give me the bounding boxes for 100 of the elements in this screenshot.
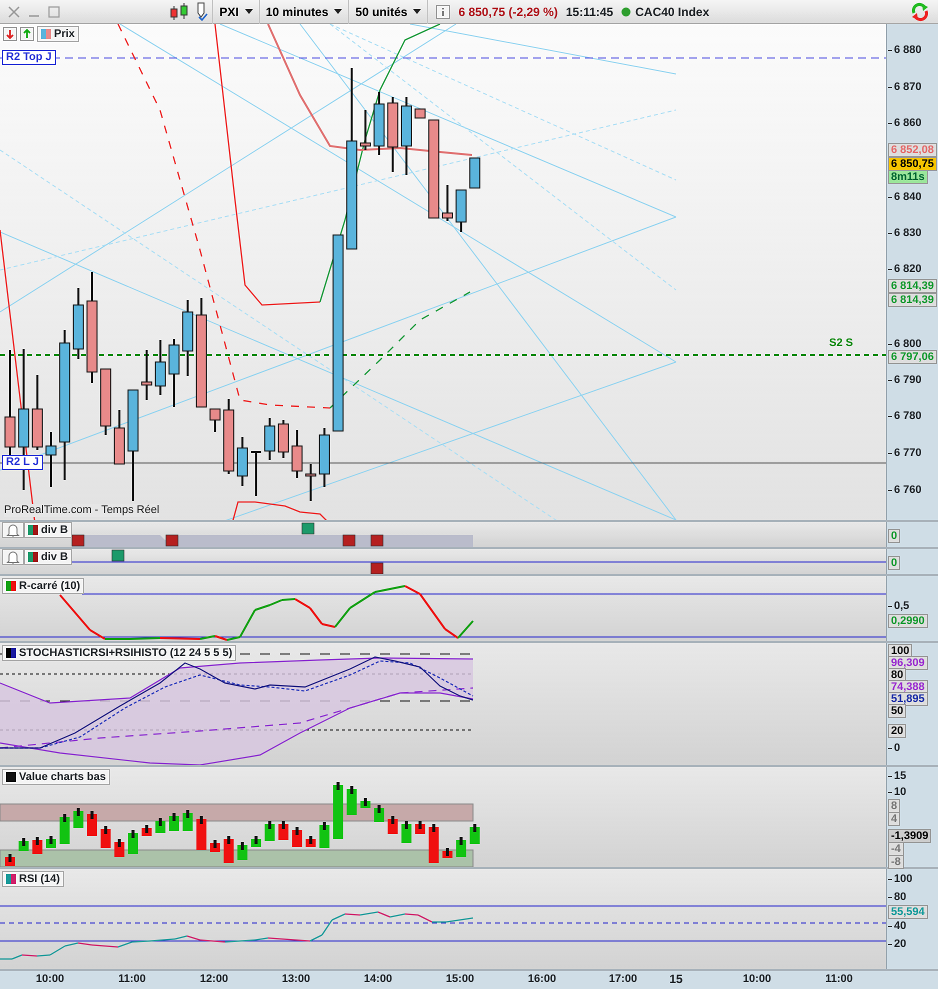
- value-bar: [182, 810, 193, 831]
- axis-tick-label: 6 830: [888, 227, 922, 239]
- signal-marker: [370, 562, 384, 574]
- bell-icon: [6, 523, 20, 537]
- value-bar: [415, 821, 426, 834]
- candlestick: [305, 464, 316, 501]
- axis-value-label: 20: [888, 724, 906, 738]
- axis-tick-label: 20: [888, 938, 906, 950]
- value-bar: [32, 837, 42, 854]
- axis-value-label: 6 850,75: [888, 157, 937, 171]
- legend-title: R-carré (10): [19, 579, 80, 593]
- down-arrow-button[interactable]: [3, 27, 17, 41]
- candlestick: [456, 190, 467, 232]
- value-bar: [18, 838, 29, 851]
- time-label: 15:00: [446, 972, 474, 986]
- candlestick: [72, 288, 84, 359]
- time-label: 17:00: [608, 972, 638, 986]
- value-bar: [196, 816, 206, 850]
- value-bar: [210, 840, 220, 852]
- axis-value-label: 8: [888, 799, 900, 813]
- value-bar: [360, 798, 370, 808]
- axis-tick-label: 0,5: [888, 600, 910, 612]
- axis-tick-label: 6 780: [888, 410, 922, 422]
- candlestick: [168, 339, 180, 407]
- axis-value-label: 6 814,39: [888, 293, 937, 307]
- time-label: 11:00: [118, 972, 146, 986]
- legend-title: RSI (14): [19, 872, 60, 886]
- value-bar: [292, 827, 302, 847]
- legend-title: div B: [41, 550, 68, 564]
- bell-icon: [6, 550, 20, 564]
- color-swatch-icon: [6, 772, 16, 782]
- value-bar: [319, 822, 330, 848]
- color-swatch-icon: [41, 29, 51, 39]
- axis-tick-label: 6 840: [888, 191, 922, 203]
- signal-marker: [342, 534, 356, 546]
- time-label: 13:00: [282, 972, 310, 986]
- value-bar: [237, 842, 248, 860]
- signal-marker: [112, 550, 124, 562]
- axis-value-label: 6 814,39: [888, 279, 937, 293]
- value-bar: [264, 821, 275, 841]
- time-label: 10:00: [742, 972, 772, 986]
- time-label: 11:00: [825, 972, 853, 986]
- axis-tick-label: 6 800: [888, 338, 922, 350]
- time-label: 14:00: [364, 972, 392, 986]
- value-bar: [155, 818, 166, 833]
- caret-icon: [413, 9, 422, 14]
- value-bar: [87, 811, 98, 836]
- candlestick: [100, 368, 112, 435]
- axis-value-label: 0: [888, 556, 900, 570]
- axis-tick-label: 0: [888, 742, 900, 754]
- level-label: R2 L J: [2, 455, 43, 470]
- value-bar: [251, 836, 262, 847]
- candlestick: [414, 108, 426, 118]
- value-bar: [333, 782, 344, 839]
- legend-title: Value charts bas: [19, 770, 106, 784]
- instrument-name: CAC40 Index: [635, 4, 710, 20]
- value-bar: [100, 826, 111, 848]
- axis-value-label: -4: [888, 842, 904, 856]
- value-bar: [46, 836, 56, 848]
- signal-marker: [370, 534, 384, 546]
- axis-value-label: 6 797,06: [888, 350, 937, 364]
- value-bar: [142, 825, 152, 836]
- axis-value-label: 0,2990: [888, 614, 928, 628]
- axis-value-label: 50: [888, 704, 906, 718]
- candlestick: [318, 428, 330, 487]
- status-dot-icon: [621, 6, 632, 16]
- axis-tick-label: 6 760: [888, 484, 922, 496]
- value-bar: [306, 836, 316, 847]
- up-arrow-button[interactable]: [20, 27, 34, 41]
- value-bar: [456, 837, 466, 857]
- value-bar: [346, 786, 357, 815]
- signal-marker: [72, 534, 84, 546]
- close-icon[interactable]: [8, 6, 20, 18]
- axis-tick-label: 6 870: [888, 81, 922, 93]
- signal-marker: [166, 534, 178, 546]
- color-swatch-icon: [6, 581, 16, 591]
- price-change: 6 850,75 (-2,29 %): [458, 4, 558, 20]
- axis-tick-label: 40: [888, 920, 906, 932]
- maximize-icon[interactable]: [48, 6, 60, 18]
- axis-tick-label: 6 820: [888, 263, 922, 275]
- candlestick-icon[interactable]: [168, 2, 190, 22]
- value-bar: [442, 848, 452, 858]
- value-bar: [224, 836, 234, 863]
- axis-value-label: 96,309: [888, 656, 928, 670]
- value-bar: [401, 821, 412, 843]
- value-bar: [73, 808, 84, 828]
- axis-tick-label: 6 880: [888, 44, 922, 56]
- axis-value-label: 4: [888, 812, 900, 826]
- candlestick: [292, 430, 303, 478]
- info-icon[interactable]: [436, 4, 450, 18]
- color-swatch-icon: [6, 648, 16, 658]
- candlestick: [360, 110, 371, 150]
- value-bar: [60, 814, 70, 844]
- color-swatch-icon: [28, 525, 38, 535]
- candlestick: [251, 451, 262, 496]
- axis-value-label: 0: [888, 529, 900, 543]
- candlestick: [442, 185, 453, 221]
- candlestick: [114, 410, 125, 464]
- value-bar: [5, 854, 15, 866]
- refresh-icon[interactable]: [910, 2, 930, 22]
